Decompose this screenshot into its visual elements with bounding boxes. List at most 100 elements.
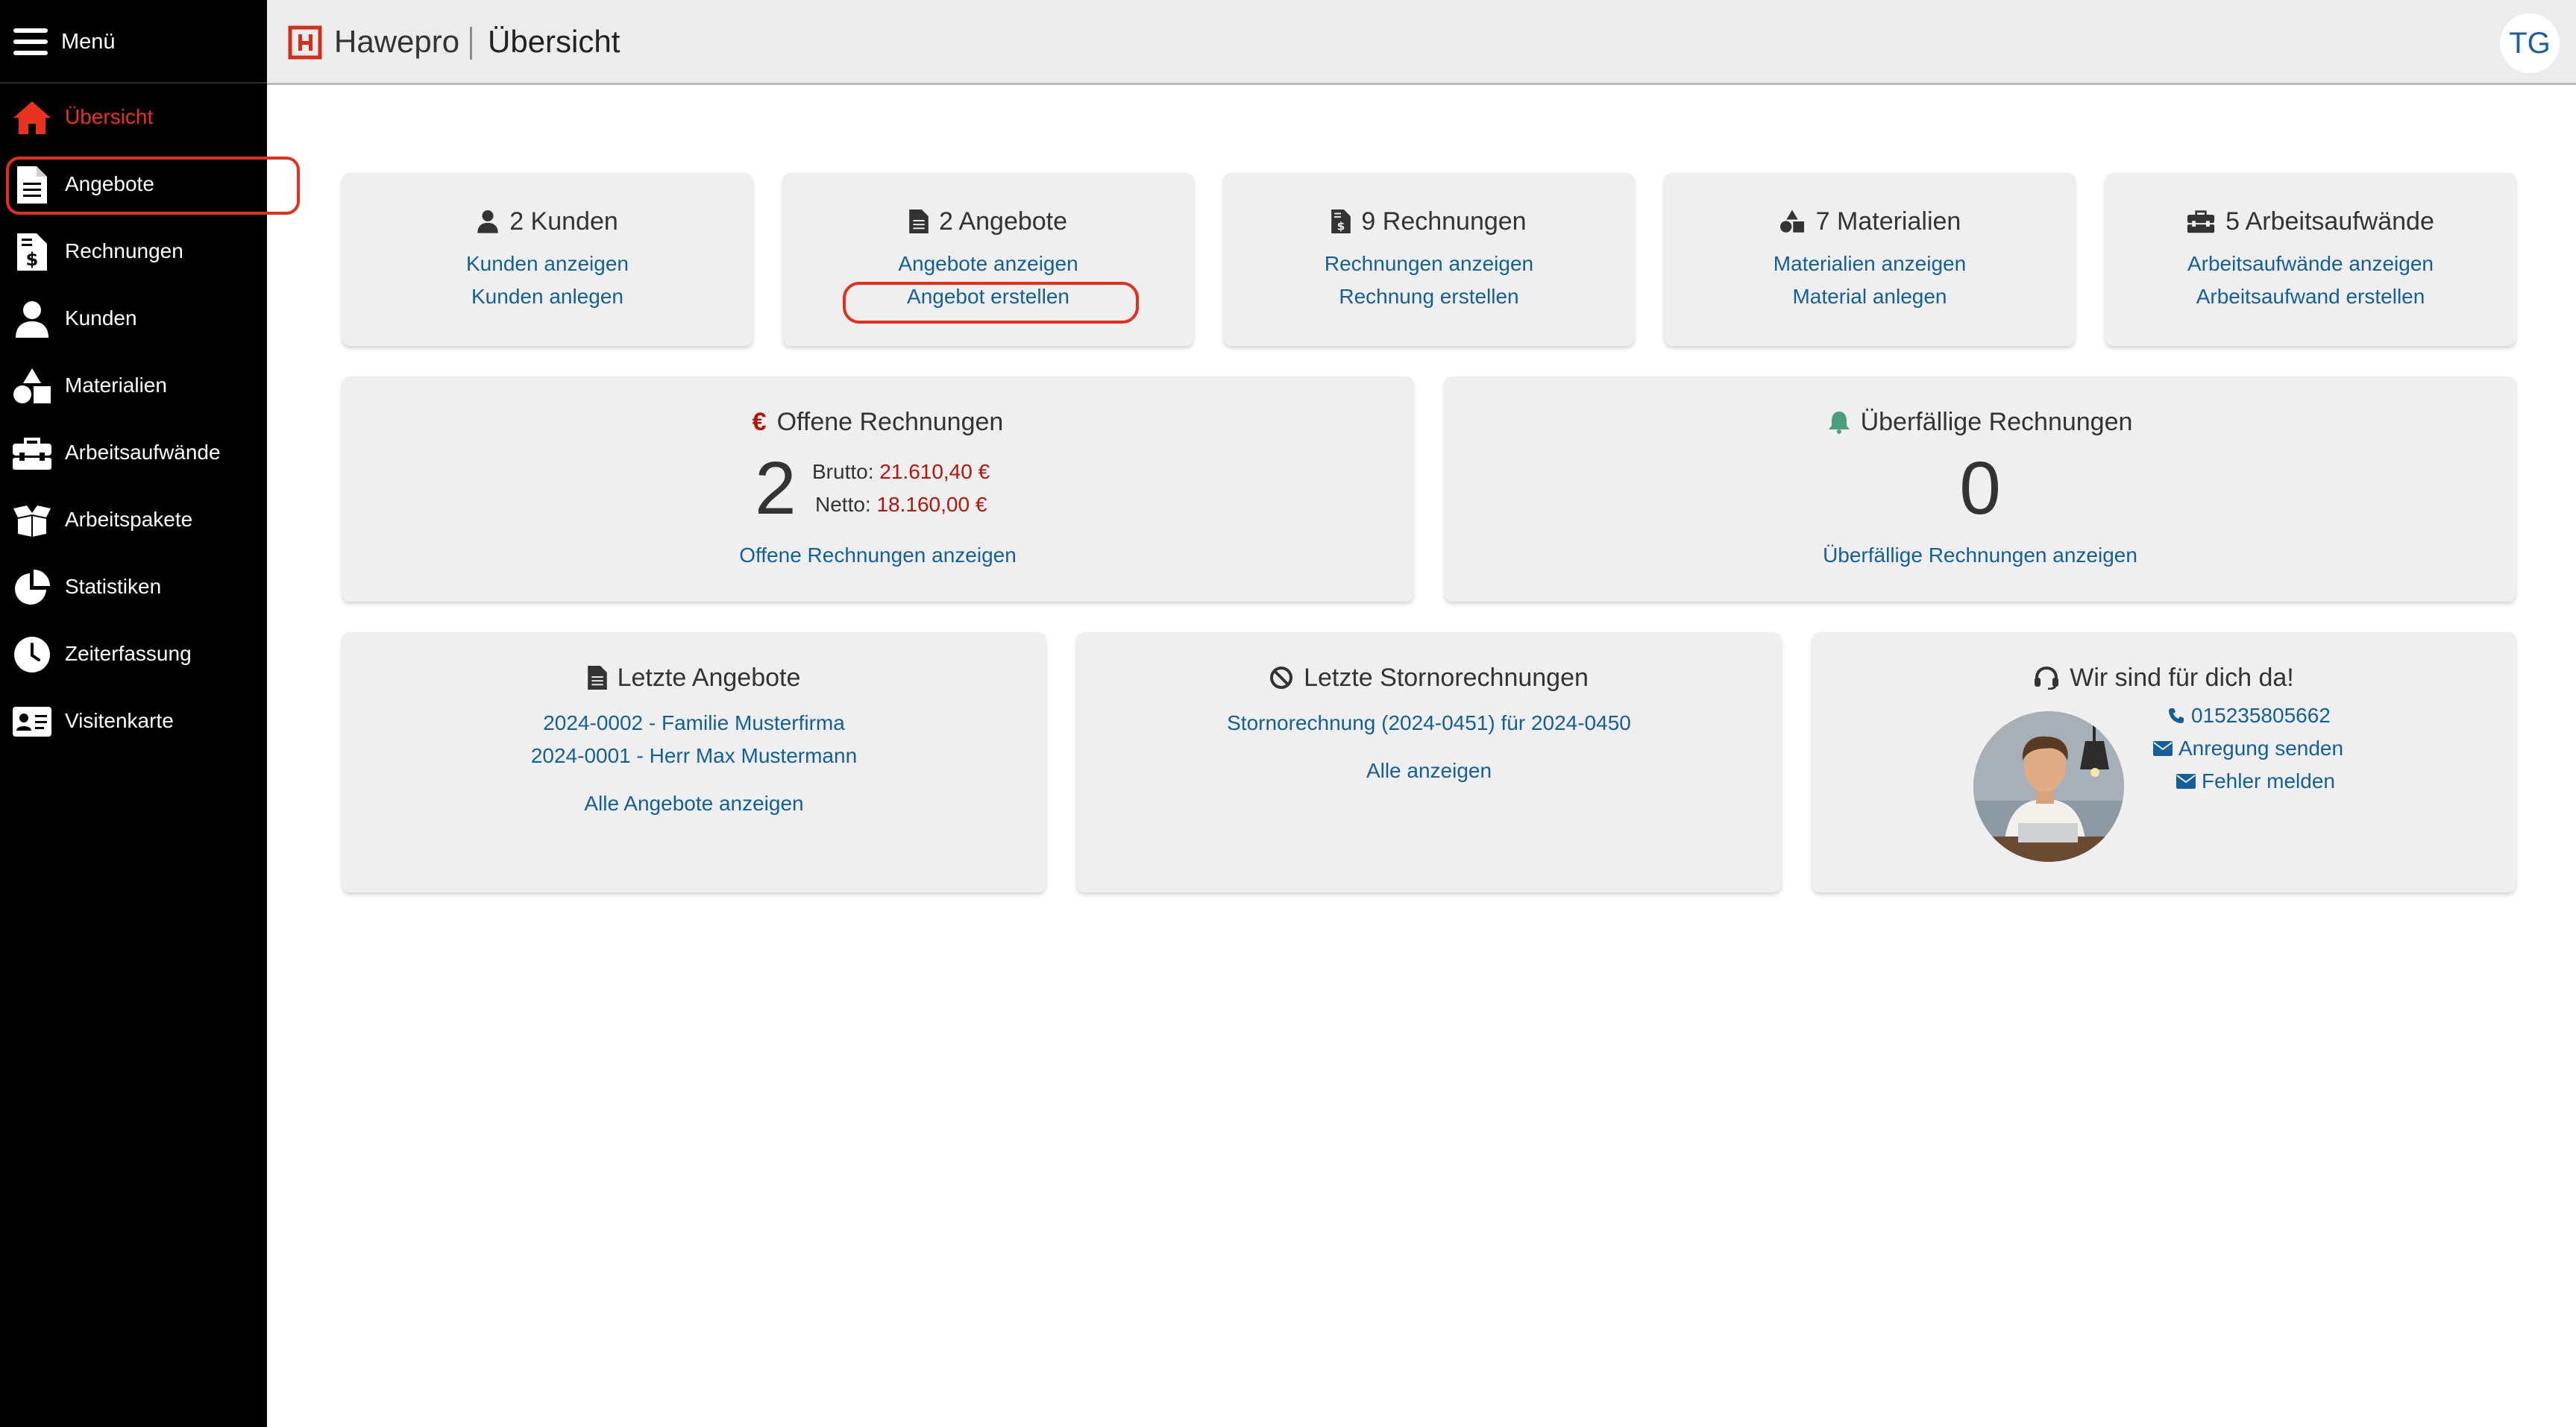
card-kunden: 2 Kunden Kunden anzeigen Kunden anlegen [342, 173, 753, 346]
fehler-melden-link[interactable]: Fehler melden [2176, 769, 2335, 793]
kunden-count-title: 2 Kunden [509, 207, 618, 236]
user-avatar-button[interactable]: TG [2500, 13, 2560, 73]
shapes-icon [1779, 210, 1804, 233]
support-phone-link[interactable]: 015235805662 [2167, 704, 2331, 728]
document-icon [587, 666, 607, 690]
sidebar-item-arbeitspakete[interactable]: Arbeitspakete [0, 491, 267, 548]
angebote-count-title: 2 Angebote [938, 207, 1068, 236]
invoice-icon: $ [1331, 210, 1351, 233]
brand-name: Hawepro [334, 24, 460, 59]
menu-toggle-button[interactable]: Menü [13, 22, 116, 61]
shapes-icon [12, 366, 52, 406]
angebot-link-2024-0001[interactable]: 2024-0001 - Herr Max Mustermann [342, 744, 1046, 768]
bell-icon [1828, 412, 1850, 434]
netto-row: Netto: 18.160,00 € [815, 493, 987, 517]
brutto-value: 21.610,40 € [879, 460, 990, 483]
clock-icon [12, 634, 52, 675]
brutto-label: Brutto: [812, 460, 874, 483]
brutto-row: Brutto: 21.610,40 € [812, 460, 990, 484]
letzte-stornorechnungen-title: Letzte Stornorechnungen [1304, 663, 1589, 692]
alle-stornorechnungen-anzeigen-link[interactable]: Alle anzeigen [1077, 759, 1781, 783]
sidebar-item-materialien[interactable]: Materialien [0, 357, 267, 414]
angebot-erstellen-link[interactable]: Angebot erstellen [783, 285, 1193, 309]
card-title: 2 Angebote [783, 203, 1193, 240]
card-arbeitsaufwaende: 5 Arbeitsaufwände Arbeitsaufwände anzeig… [2105, 173, 2516, 346]
invoice-icon: $ [12, 232, 52, 272]
sidebar-item-arbeitsaufwaende[interactable]: Arbeitsaufwände [0, 424, 267, 481]
rechnungen-anzeigen-link[interactable]: Rechnungen anzeigen [1224, 252, 1634, 276]
ueberfaellige-rechnungen-title: Überfällige Rechnungen [1860, 407, 2133, 436]
sidebar: Menü Übersicht Angebote $ Rechnungen Kun… [0, 0, 267, 1427]
card-title: $ 9 Rechnungen [1224, 203, 1634, 240]
arbeitsaufwaende-count-title: 5 Arbeitsaufwände [2225, 207, 2434, 236]
sidebar-item-angebote[interactable]: Angebote [0, 156, 267, 212]
fehler-melden-label: Fehler melden [2202, 769, 2335, 793]
hawepro-logo-icon [288, 25, 322, 60]
box-open-icon [12, 500, 52, 541]
card-materialien: 7 Materialien Materialien anzeigen Mater… [1665, 173, 2075, 346]
toolbox-icon [2187, 210, 2215, 233]
ueberfaellige-rechnungen-anzeigen-link[interactable]: Überfällige Rechnungen anzeigen [1445, 544, 2516, 567]
alle-angebote-anzeigen-link[interactable]: Alle Angebote anzeigen [342, 792, 1046, 816]
letzte-angebote-title: Letzte Angebote [617, 663, 801, 692]
sidebar-item-label: Kunden [65, 306, 137, 330]
user-icon [477, 210, 498, 233]
support-phone-number: 015235805662 [2191, 704, 2331, 727]
card-letzte-stornorechnungen: Letzte Stornorechnungen Stornorechnung (… [1077, 632, 1781, 892]
sidebar-item-label: Visitenkarte [65, 709, 174, 732]
sidebar-item-label: Materialien [65, 374, 167, 397]
card-title: 7 Materialien [1665, 203, 2075, 240]
card-title: Überfällige Rechnungen [1445, 403, 2516, 441]
ban-icon [1270, 667, 1293, 689]
arbeitsaufwaende-anzeigen-link[interactable]: Arbeitsaufwände anzeigen [2105, 252, 2516, 276]
material-anlegen-link[interactable]: Material anlegen [1665, 285, 2075, 309]
card-rechnungen: $ 9 Rechnungen Rechnungen anzeigen Rechn… [1224, 173, 1634, 346]
stornorechnung-link[interactable]: Stornorechnung (2024-0451) für 2024-0450 [1077, 711, 1781, 735]
page-title: Übersicht [488, 24, 621, 59]
svg-text:$: $ [1337, 220, 1345, 233]
rechnung-erstellen-link[interactable]: Rechnung erstellen [1224, 285, 1634, 309]
kunden-anzeigen-link[interactable]: Kunden anzeigen [342, 252, 753, 276]
headset-icon [2035, 666, 2059, 690]
sidebar-item-kunden[interactable]: Kunden [0, 290, 267, 347]
card-title: 2 Kunden [342, 203, 753, 240]
materialien-anzeigen-link[interactable]: Materialien anzeigen [1665, 252, 2075, 276]
angebote-anzeigen-link[interactable]: Angebote anzeigen [783, 252, 1193, 276]
envelope-icon [2153, 741, 2173, 756]
anregung-senden-link[interactable]: Anregung senden [2153, 737, 2343, 760]
user-icon [12, 299, 52, 339]
card-support: Wir sind für dich da! 015235805662 Anreg… [1812, 632, 2516, 892]
materialien-count-title: 7 Materialien [1815, 207, 1961, 236]
sidebar-item-zeiterfassung[interactable]: Zeiterfassung [0, 626, 267, 682]
offene-rechnungen-title: Offene Rechnungen [776, 407, 1004, 436]
card-letzte-angebote: Letzte Angebote 2024-0002 - Familie Must… [342, 632, 1046, 892]
rechnungen-count-title: 9 Rechnungen [1361, 207, 1527, 236]
sidebar-item-label: Zeiterfassung [65, 642, 192, 665]
card-title: 5 Arbeitsaufwände [2105, 203, 2516, 240]
home-icon [12, 98, 52, 138]
sidebar-item-label: Rechnungen [65, 239, 183, 262]
header: Hawepro Übersicht TG [267, 0, 2576, 85]
ueberfaellige-rechnungen-count: 0 [1959, 447, 2001, 530]
support-person-photo [1973, 711, 2124, 862]
card-title: € Offene Rechnungen [342, 403, 1413, 441]
card-title: Letzte Angebote [342, 659, 1046, 696]
document-icon [12, 165, 52, 205]
support-title: Wir sind für dich da! [2070, 663, 2294, 692]
sidebar-item-statistiken[interactable]: Statistiken [0, 558, 267, 615]
sidebar-item-rechnungen[interactable]: $ Rechnungen [0, 223, 267, 280]
sidebar-item-visitenkarte[interactable]: Visitenkarte [0, 693, 267, 749]
card-ueberfaellige-rechnungen: Überfällige Rechnungen 0 Überfällige Rec… [1445, 377, 2516, 602]
netto-value: 18.160,00 € [876, 493, 987, 516]
angebot-link-2024-0002[interactable]: 2024-0002 - Familie Musterfirma [342, 711, 1046, 735]
sidebar-item-uebersicht[interactable]: Übersicht [0, 89, 267, 145]
kunden-anlegen-link[interactable]: Kunden anlegen [342, 285, 753, 309]
sidebar-item-label: Übersicht [65, 105, 154, 128]
arbeitsaufwand-erstellen-link[interactable]: Arbeitsaufwand erstellen [2105, 285, 2516, 309]
offene-rechnungen-anzeigen-link[interactable]: Offene Rechnungen anzeigen [342, 544, 1413, 567]
app-root: Menü Übersicht Angebote $ Rechnungen Kun… [0, 0, 2576, 1427]
document-icon [909, 210, 929, 233]
hamburger-icon [13, 28, 48, 55]
menu-label: Menü [61, 29, 116, 54]
sidebar-item-label: Arbeitsaufwände [65, 441, 221, 464]
